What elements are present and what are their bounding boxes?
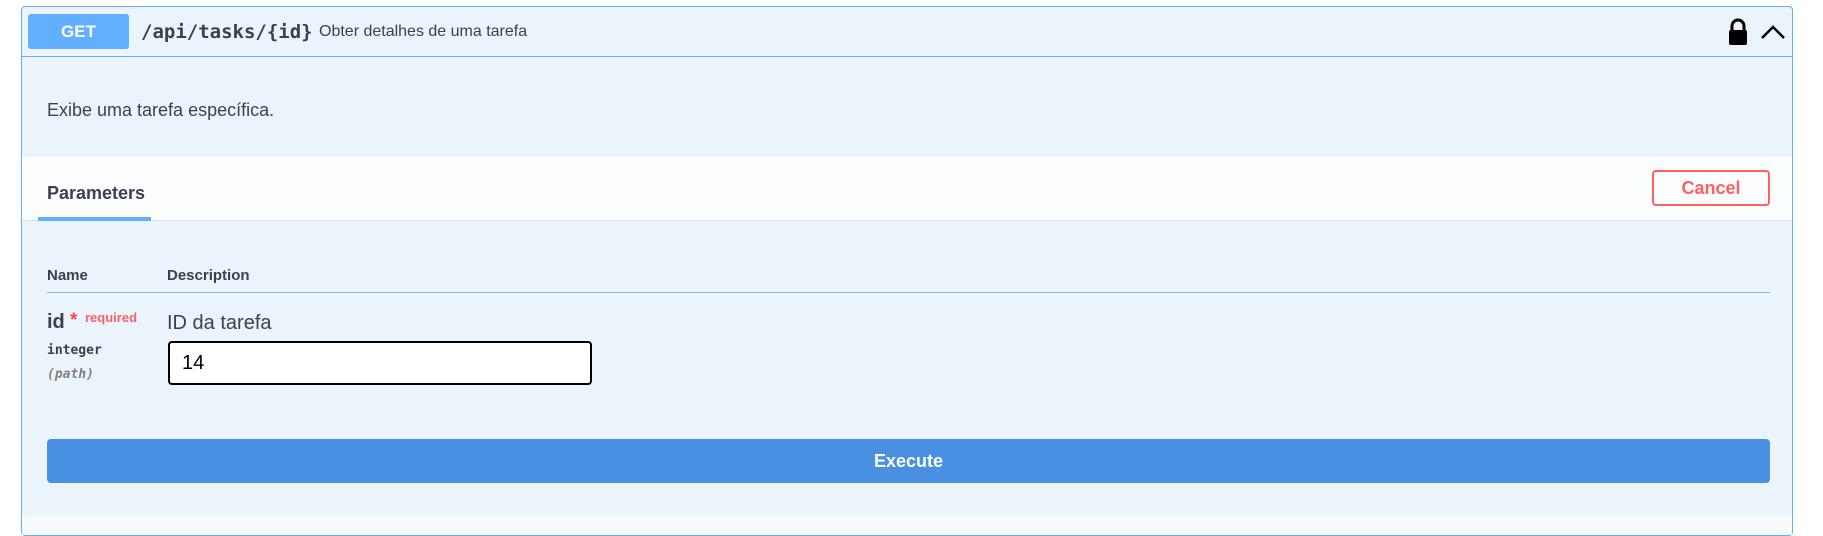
execute-button[interactable]: Execute: [47, 439, 1770, 483]
operation-path: /api/tasks/{id}: [141, 21, 313, 43]
parameter-id-input[interactable]: [168, 341, 592, 385]
parameter-description: ID da tarefa: [167, 312, 272, 334]
tab-parameters[interactable]: Parameters: [38, 157, 151, 221]
cancel-button[interactable]: Cancel: [1652, 170, 1770, 206]
column-header-name: Name: [47, 267, 88, 284]
parameters-section-header: Parameters Cancel: [22, 157, 1792, 221]
required-label: required: [85, 310, 138, 325]
responses-section-edge: [22, 515, 1792, 535]
parameter-location: (path): [47, 367, 94, 382]
operation-summary-text: Obter detalhes de uma tarefa: [319, 23, 528, 40]
table-header-divider: [47, 292, 1770, 293]
required-marker: *: [70, 310, 78, 331]
operation-block-get-task: GET /api/tasks/{id} Obter detalhes de um…: [21, 6, 1793, 536]
http-method-badge: GET: [28, 14, 129, 49]
lock-icon[interactable]: [1727, 18, 1749, 46]
operation-summary[interactable]: GET /api/tasks/{id} Obter detalhes de um…: [22, 7, 1792, 57]
column-header-description: Description: [167, 267, 250, 284]
parameter-type: integer: [47, 343, 102, 358]
chevron-up-icon[interactable]: [1759, 21, 1787, 43]
parameter-name: id: [47, 311, 65, 333]
operation-description: Exibe uma tarefa específica.: [47, 100, 275, 120]
tab-parameters-label: Parameters: [47, 183, 146, 203]
